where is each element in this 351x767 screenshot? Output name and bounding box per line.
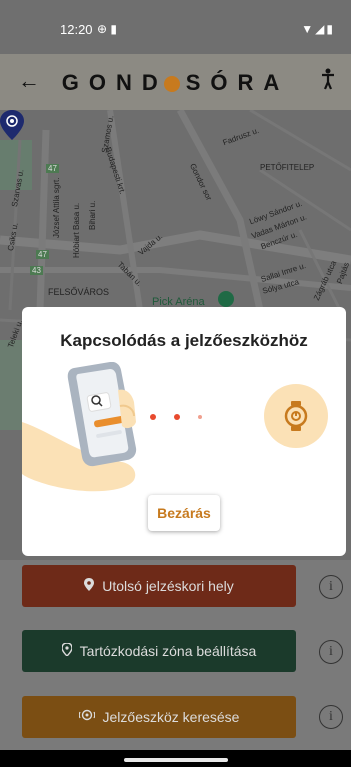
last-location-button[interactable]: Utolsó jelzéskori hely <box>22 565 296 607</box>
progress-dot <box>198 415 202 419</box>
status-time: 12:20 <box>60 22 93 37</box>
connect-device-modal: Kapcsolódás a jelzőeszközhöz Bezárás <box>22 307 346 556</box>
accessibility-icon[interactable] <box>321 68 335 96</box>
logo-text-left: GOND <box>61 70 168 95</box>
map-label: Bihari u. <box>88 200 97 230</box>
close-button[interactable]: Bezárás <box>148 495 220 531</box>
map-label: Hóbiart Basa u. <box>72 202 81 258</box>
location-pin-icon[interactable] <box>0 110 24 140</box>
info-icon[interactable]: i <box>319 575 343 599</box>
modal-title: Kapcsolódás a jelzőeszközhöz <box>60 331 308 350</box>
tracker-device-icon <box>264 384 328 448</box>
logo-dot-icon <box>163 76 180 93</box>
route-badge: 43 <box>30 266 43 275</box>
zone-settings-button[interactable]: Tartózkodási zóna beállítása <box>22 630 296 672</box>
zone-pin-icon <box>60 631 73 673</box>
info-icon[interactable]: i <box>319 640 343 664</box>
progress-dot <box>150 414 156 420</box>
zone-settings-label: Tartózkodási zóna beállítása <box>79 643 257 659</box>
home-gesture-handle[interactable] <box>124 758 228 762</box>
map-label: FELSŐVÁROS <box>48 287 110 297</box>
device-search-label: Jelzőeszköz keresése <box>102 709 240 725</box>
route-badge: 47 <box>36 250 49 259</box>
last-location-label: Utolsó jelzéskori hely <box>102 578 234 594</box>
status-notification-icons: ⊕ ▮ <box>97 22 117 36</box>
poi-marker-icon[interactable] <box>218 291 234 307</box>
device-search-icon <box>78 697 95 739</box>
map-label: PETŐFITELEP <box>260 163 315 172</box>
map-label: József Attila sgrt. <box>52 177 61 238</box>
status-signal-battery-icons: ▼◢▮ <box>301 22 335 36</box>
logo-text-right: SÓRA <box>185 70 290 95</box>
info-icon[interactable]: i <box>319 705 343 729</box>
device-search-button[interactable]: Jelzőeszköz keresése <box>22 696 296 738</box>
location-pin-icon <box>84 566 95 608</box>
system-nav-bar <box>0 750 351 767</box>
progress-dot <box>174 414 180 420</box>
route-badge: 47 <box>46 164 59 173</box>
app-logo: GOND SÓRA <box>0 70 351 96</box>
status-bar: 12:20 ⊕ ▮ ▼◢▮ <box>0 0 351 54</box>
app-header: ← GOND SÓRA <box>0 54 351 110</box>
phone-hand-illustration <box>22 362 137 492</box>
